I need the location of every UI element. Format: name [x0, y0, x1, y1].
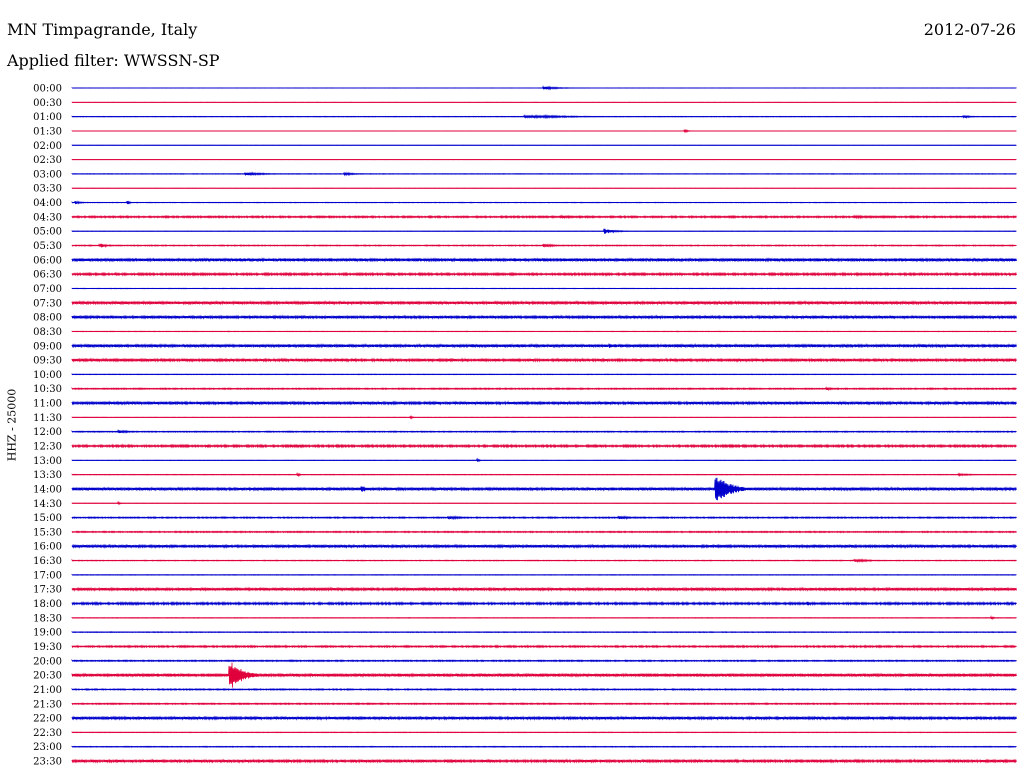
time-label: 18:00	[33, 599, 62, 610]
time-label: 11:00	[33, 399, 62, 410]
time-label: 12:30	[33, 442, 62, 453]
time-label: 13:30	[33, 470, 62, 481]
trace-line	[71, 243, 1017, 249]
trace-line	[71, 715, 1017, 721]
time-label: 00:00	[33, 84, 62, 95]
time-label: 23:30	[33, 757, 62, 768]
trace-line	[71, 644, 1017, 649]
trace-line	[71, 330, 1017, 333]
time-label: 16:00	[33, 542, 62, 553]
time-label: 14:00	[33, 484, 62, 495]
trace-line	[71, 758, 1017, 764]
time-label: 08:30	[33, 327, 62, 338]
trace-line	[71, 171, 1017, 177]
time-label: 14:30	[33, 499, 62, 510]
time-label: 22:00	[33, 714, 62, 725]
trace-line	[71, 287, 1017, 290]
trace-line	[71, 400, 1017, 406]
trace-line	[71, 543, 1017, 549]
time-label: 07:30	[33, 298, 62, 309]
trace-line	[71, 573, 1017, 576]
time-label: 17:00	[33, 570, 62, 581]
trace-line	[71, 271, 1017, 277]
time-label: 05:00	[33, 227, 62, 238]
trace-line	[71, 530, 1017, 534]
time-label: 00:30	[33, 98, 62, 109]
helicorder-plot: 00:00 00:30 01:00 01:30 02:00 02:30 03:00 03:30…	[33, 84, 1017, 768]
trace-line	[71, 414, 1017, 420]
trace-line	[71, 558, 1017, 564]
time-label: 08:00	[33, 313, 62, 324]
time-label: 12:00	[33, 427, 62, 438]
trace-line	[71, 343, 1017, 349]
time-label: 19:30	[33, 642, 62, 653]
time-label: 02:00	[33, 141, 62, 152]
trace-line	[71, 214, 1017, 220]
trace-line	[71, 373, 1017, 376]
time-label: 20:30	[33, 671, 62, 682]
trace-line	[71, 472, 1017, 478]
time-label: 09:00	[33, 341, 62, 352]
trace-line	[71, 731, 1017, 734]
trace-line	[71, 428, 1017, 434]
trace-line	[71, 314, 1017, 320]
time-label: 10:30	[33, 384, 62, 395]
trace-line	[71, 615, 1017, 621]
trace-line	[71, 631, 1017, 634]
time-label: 03:30	[33, 184, 62, 195]
trace-line	[71, 200, 1017, 205]
trace-line	[71, 687, 1017, 692]
time-label: 13:00	[33, 456, 62, 467]
time-label: 20:00	[33, 656, 62, 667]
trace-line	[71, 702, 1017, 706]
time-label: 10:00	[33, 370, 62, 381]
trace-line	[71, 228, 1017, 234]
trace-line	[71, 357, 1017, 363]
time-label: 18:30	[33, 613, 62, 624]
trace-line	[71, 443, 1017, 449]
time-label: 04:30	[33, 212, 62, 223]
time-label: 06:30	[33, 270, 62, 281]
time-label: 06:00	[33, 255, 62, 266]
time-label: 19:00	[33, 628, 62, 639]
time-label: 07:00	[33, 284, 62, 295]
time-label: 15:30	[33, 527, 62, 538]
time-label: 17:30	[33, 585, 62, 596]
time-label: 15:00	[33, 513, 62, 524]
trace-line	[71, 662, 1017, 688]
time-label: 21:30	[33, 699, 62, 710]
trace-line	[71, 114, 1017, 120]
time-label: 03:00	[33, 169, 62, 180]
trace-line	[71, 300, 1017, 306]
time-label: 05:30	[33, 241, 62, 252]
trace-line	[71, 586, 1017, 592]
trace-line	[71, 85, 1017, 91]
trace-line	[71, 500, 1017, 506]
time-label: 01:30	[33, 126, 62, 137]
trace-line	[71, 386, 1017, 392]
trace-line	[71, 128, 1017, 134]
trace-line	[71, 457, 1017, 463]
trace-line	[71, 745, 1017, 748]
time-label: 11:30	[33, 413, 62, 424]
trace-line	[71, 257, 1017, 263]
time-label: 23:00	[33, 742, 62, 753]
time-label: 04:00	[33, 198, 62, 209]
trace-line	[71, 515, 1017, 521]
time-label: 01:00	[33, 112, 62, 123]
time-label: 02:30	[33, 155, 62, 166]
trace-line	[71, 600, 1017, 607]
time-label: 09:30	[33, 356, 62, 367]
time-label: 22:30	[33, 728, 62, 739]
trace-line	[71, 658, 1017, 663]
time-label: 16:30	[33, 556, 62, 567]
time-label: 21:00	[33, 685, 62, 696]
trace-line	[71, 477, 1017, 501]
